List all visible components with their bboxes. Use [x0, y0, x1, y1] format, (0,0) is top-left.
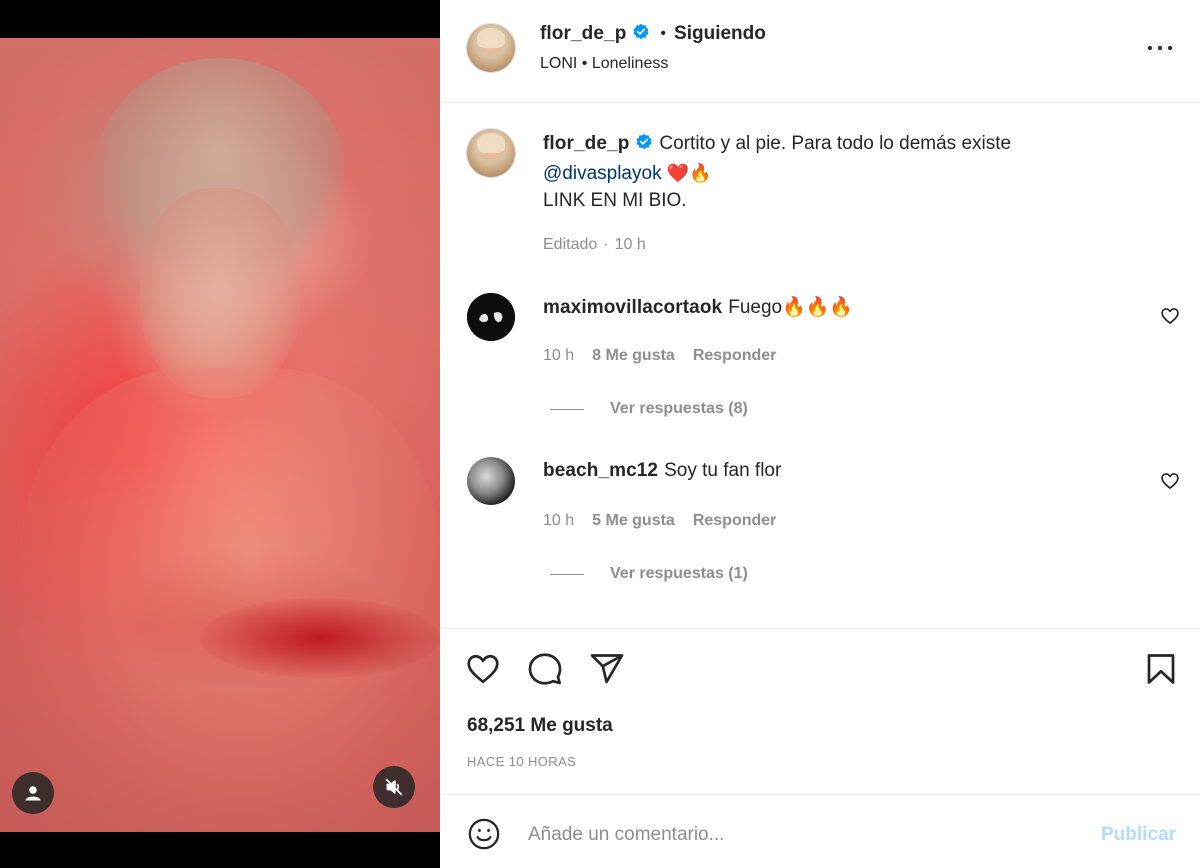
caption-time: 10 h: [614, 236, 646, 253]
comment-username[interactable]: beach_mc12: [543, 460, 658, 481]
comment-composer: Añade un comentario... Publicar: [440, 794, 1200, 868]
like-comment-heart-icon[interactable]: [1160, 306, 1180, 326]
comment-input[interactable]: Añade un comentario...: [528, 824, 724, 846]
emoji-icon[interactable]: [467, 817, 501, 851]
post-actions: 68,251 Me gusta HACE 10 HORAS: [440, 628, 1200, 794]
comment-meta: 10 h 5 Me gusta Responder: [543, 512, 776, 530]
verified-badge-icon: [635, 132, 653, 160]
heart-icon[interactable]: [465, 651, 501, 687]
comment-username[interactable]: maximovillacortaok: [543, 297, 722, 318]
more-options-icon[interactable]: [1146, 38, 1174, 58]
comment-time: 10 h: [543, 347, 575, 364]
like-comment-heart-icon[interactable]: [1160, 471, 1180, 491]
following-button[interactable]: Siguiendo: [674, 23, 766, 45]
comment-text: Soy tu fan flor: [664, 460, 782, 481]
view-replies-label: Ver respuestas (1): [610, 565, 748, 582]
separator-dot: •: [660, 25, 667, 42]
view-replies-button[interactable]: Ver respuestas (1): [550, 565, 748, 583]
reply-button[interactable]: Responder: [693, 347, 777, 365]
view-replies-button[interactable]: Ver respuestas (8): [550, 400, 748, 418]
post-details-panel: flor_de_p • Siguiendo LONI • Loneliness …: [440, 0, 1200, 868]
muted-audio-icon: [385, 778, 403, 796]
verified-badge-icon: [632, 23, 650, 46]
comment-time: 10 h: [543, 512, 575, 529]
view-replies-label: Ver respuestas (8): [610, 400, 748, 417]
comment-text: Fuego🔥🔥🔥: [728, 297, 854, 318]
post-timestamp: HACE 10 HORAS: [467, 754, 577, 769]
replies-divider: [550, 408, 584, 410]
audio-track-link[interactable]: LONI • Loneliness: [540, 55, 668, 73]
reply-button[interactable]: Responder: [693, 512, 777, 530]
comment: maximovillacortaok Fuego🔥🔥🔥: [543, 295, 853, 319]
bookmark-icon[interactable]: [1143, 651, 1179, 687]
comment: beach_mc12 Soy tu fan flor: [543, 460, 781, 482]
author-username[interactable]: flor_de_p: [540, 23, 626, 45]
commenter-avatar[interactable]: [467, 457, 515, 505]
commenter-avatar-art: [467, 293, 515, 341]
caption-author-avatar[interactable]: [467, 129, 515, 177]
caption-meta: Editado · 10 h: [543, 236, 646, 254]
post-caption: flor_de_p Cortito y al pie. Para todo lo…: [543, 130, 1103, 215]
user-tag-icon: [25, 786, 41, 801]
share-icon[interactable]: [589, 651, 625, 687]
caption-link-line: LINK EN MI BIO.: [543, 190, 687, 211]
post-video[interactable]: [0, 38, 440, 832]
caption-mention-link[interactable]: @divasplayok: [543, 163, 662, 184]
comment-likes-count[interactable]: 8 Me gusta: [592, 347, 675, 365]
tagged-users-button[interactable]: [12, 772, 54, 814]
commenter-avatar[interactable]: [467, 293, 515, 341]
publish-button[interactable]: Publicar: [1101, 824, 1176, 846]
comment-likes-count[interactable]: 5 Me gusta: [592, 512, 675, 530]
caption-emojis: ❤️🔥: [666, 162, 712, 184]
media-panel: [0, 0, 440, 868]
audio-toggle-button[interactable]: [373, 766, 415, 808]
replies-divider: [550, 573, 584, 575]
separator-dot: ·: [603, 236, 609, 253]
comment-meta: 10 h 8 Me gusta Responder: [543, 347, 776, 365]
header-author-line: flor_de_p • Siguiendo: [540, 22, 766, 46]
likes-count[interactable]: 68,251 Me gusta: [467, 715, 613, 737]
video-vignette: [0, 38, 440, 832]
comment-icon[interactable]: [527, 651, 563, 687]
edited-label: Editado: [543, 236, 598, 253]
caption-author-username[interactable]: flor_de_p: [543, 133, 629, 154]
post-header: flor_de_p • Siguiendo LONI • Loneliness: [440, 0, 1200, 103]
caption-text: Cortito y al pie. Para todo lo demás exi…: [659, 133, 1012, 154]
author-avatar[interactable]: [467, 24, 515, 72]
